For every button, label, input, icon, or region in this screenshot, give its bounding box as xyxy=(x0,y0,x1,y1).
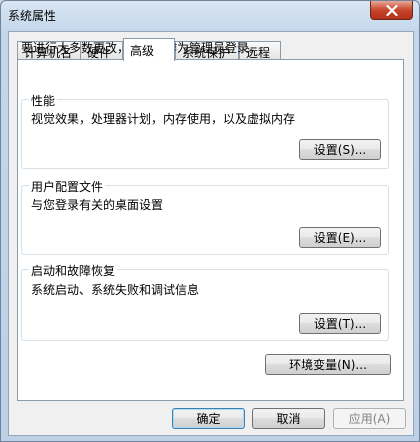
performance-desc: 视觉效果，处理器计划，内存使用，以及虚拟内存 xyxy=(31,112,296,126)
startup-recovery-group: 启动和故障恢复 系统启动、系统失败和调试信息 设置(T)... xyxy=(21,262,389,341)
user-profiles-title: 用户配置文件 xyxy=(29,178,106,195)
ok-button[interactable]: 确定 xyxy=(172,408,245,429)
title-bar[interactable]: 系统属性 xyxy=(1,1,419,29)
close-button[interactable] xyxy=(370,1,413,20)
startup-recovery-title: 启动和故障恢复 xyxy=(29,262,118,279)
user-profiles-desc: 与您登录有关的桌面设置 xyxy=(31,198,164,212)
startup-recovery-settings-button[interactable]: 设置(T)... xyxy=(299,313,381,334)
apply-button[interactable]: 应用(A) xyxy=(333,408,406,429)
startup-recovery-desc: 系统启动、系统失败和调试信息 xyxy=(31,283,200,297)
window-title: 系统属性 xyxy=(8,9,57,23)
performance-group: 性能 视觉效果，处理器计划，内存使用，以及虚拟内存 设置(S)... xyxy=(21,92,389,169)
close-icon xyxy=(385,4,398,16)
performance-title: 性能 xyxy=(29,92,58,109)
system-properties-window: 系统属性 计算机名 硬件 高级 系统保护 远程 要进行大多数更改，您必须作为管理… xyxy=(0,0,420,442)
user-profiles-group: 用户配置文件 与您登录有关的桌面设置 设置(E)... xyxy=(21,178,389,255)
environment-variables-button[interactable]: 环境变量(N)... xyxy=(265,354,391,375)
cancel-button[interactable]: 取消 xyxy=(252,408,325,429)
tab-advanced[interactable]: 高级 xyxy=(123,38,175,61)
user-profiles-settings-button[interactable]: 设置(E)... xyxy=(299,227,381,248)
performance-settings-button[interactable]: 设置(S)... xyxy=(299,139,381,160)
